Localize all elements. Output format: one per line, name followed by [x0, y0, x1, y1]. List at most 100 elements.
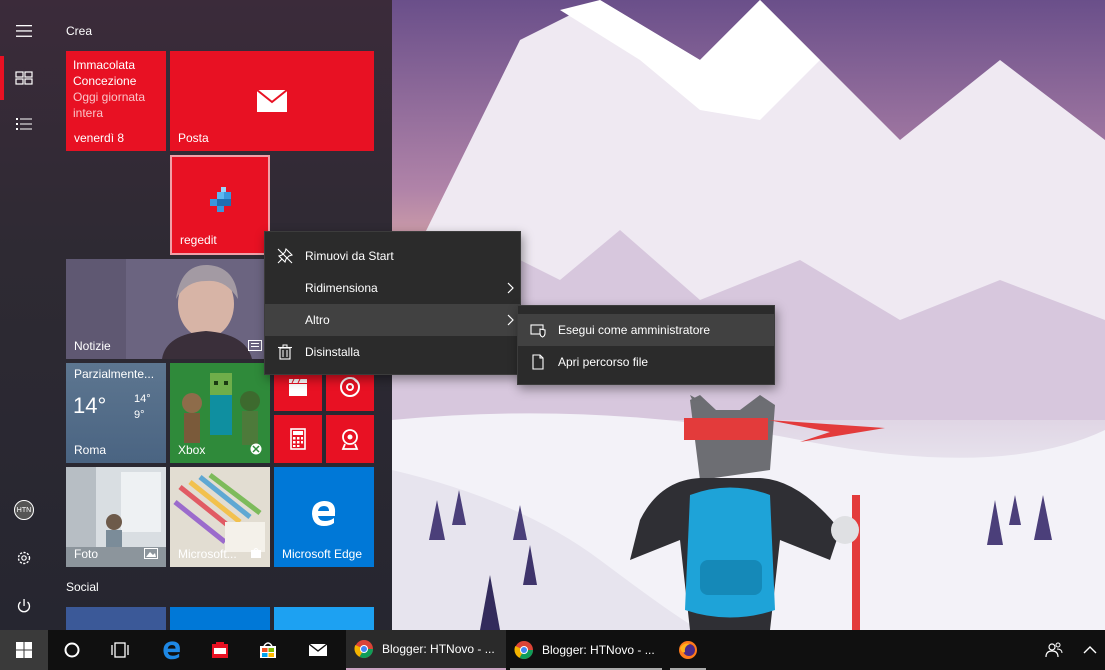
cortana-circle-icon	[64, 642, 80, 658]
windows-logo-icon	[16, 642, 32, 658]
task-view-icon	[111, 642, 129, 658]
tile-context-menu: Rimuovi da Start Ridimensiona Altro Disi…	[264, 231, 521, 375]
menu-item-label: Disinstalla	[305, 345, 360, 359]
camera-icon	[341, 429, 359, 450]
menu-item-label: Altro	[305, 313, 330, 327]
calendar-line1: Immacolata	[73, 58, 136, 72]
webcam-tile[interactable]	[326, 415, 374, 463]
store-label: Microsoft...	[178, 547, 237, 561]
start-rail: HTN	[0, 0, 48, 630]
xbox-logo-icon	[250, 443, 262, 455]
chevron-right-icon	[500, 282, 520, 294]
tiles-view-icon[interactable]	[0, 56, 48, 100]
news-badge-icon	[248, 340, 262, 351]
firefox-icon	[679, 641, 697, 659]
taskbar-tools-button[interactable]	[196, 630, 244, 670]
taskbar-store-button[interactable]	[244, 630, 292, 670]
regedit-tile[interactable]: regedit	[170, 155, 270, 255]
calendar-line3: Oggi giornata	[73, 90, 146, 104]
social-tile-2[interactable]	[170, 607, 270, 630]
group-title-social: Social	[66, 580, 99, 594]
menu-item-label: Apri percorso file	[558, 355, 649, 369]
unpin-icon	[265, 248, 305, 264]
menu-item-open-file-location[interactable]: Apri percorso file	[518, 346, 774, 378]
calendar-line2: Concezione	[73, 74, 137, 88]
menu-item-label: Rimuovi da Start	[305, 249, 394, 263]
menu-item-resize[interactable]: Ridimensiona	[265, 272, 520, 304]
chevron-up-icon	[1083, 646, 1096, 654]
user-avatar[interactable]: HTN	[0, 488, 48, 532]
menu-item-label: Ridimensiona	[305, 281, 378, 295]
avatar-initials: HTN	[14, 500, 34, 520]
edge-icon	[163, 641, 180, 660]
calendar-event-detail: Oggi giornata intera	[73, 89, 163, 121]
show-hidden-icons-button[interactable]	[1074, 630, 1105, 670]
power-icon[interactable]	[0, 584, 48, 628]
photos-label: Foto	[74, 547, 99, 561]
mail-icon	[256, 89, 288, 112]
weather-city: Roma	[74, 443, 107, 457]
film-clapper-icon	[289, 378, 307, 396]
admin-shield-icon	[518, 322, 558, 338]
people-button[interactable]	[1036, 630, 1072, 670]
social-tile-3[interactable]	[274, 607, 374, 630]
weather-condition: Parzialmente...	[74, 367, 155, 381]
taskbar-window-title: Blogger: HTNovo - ...	[382, 642, 495, 656]
weather-low: 9°	[134, 409, 145, 421]
chrome-icon	[514, 641, 533, 660]
weather-high: 14°	[134, 393, 151, 405]
music-disc-icon	[340, 377, 360, 397]
social-tile-1[interactable]	[66, 607, 166, 630]
file-icon	[518, 354, 558, 370]
all-apps-list-icon[interactable]	[0, 103, 48, 147]
menu-item-label: Esegui come amministratore	[558, 323, 711, 337]
calendar-line4: intera	[73, 106, 104, 120]
menu-item-uninstall[interactable]: Disinstalla	[265, 336, 520, 368]
photos-tile[interactable]: Foto	[66, 467, 166, 567]
store-bag-icon	[260, 642, 276, 658]
calendar-tile[interactable]: Immacolata Concezione Oggi giornata inte…	[66, 51, 166, 151]
mail-tile[interactable]: Posta	[170, 51, 374, 151]
mail-icon	[308, 643, 328, 656]
xbox-label: Xbox	[178, 443, 206, 457]
calendar-event-title: Immacolata Concezione	[73, 57, 136, 89]
menu-item-run-as-admin[interactable]: Esegui come amministratore	[518, 314, 774, 346]
news-tile[interactable]: Notizie	[66, 259, 270, 359]
regedit-icon	[210, 187, 231, 212]
xbox-tile[interactable]: Xbox	[170, 363, 270, 463]
taskbar-chrome-window-1[interactable]: Blogger: HTNovo - ...	[346, 630, 506, 670]
red-toolbox-icon	[212, 642, 228, 658]
edge-tile[interactable]: Microsoft Edge	[274, 467, 374, 567]
calculator-icon	[290, 428, 306, 450]
regedit-label: regedit	[180, 233, 217, 247]
mail-label: Posta	[178, 131, 209, 145]
menu-item-more[interactable]: Altro	[265, 304, 520, 336]
store-tile[interactable]: Microsoft...	[170, 467, 270, 567]
edge-label: Microsoft Edge	[282, 547, 363, 561]
group-title-crea: Crea	[66, 24, 93, 38]
task-view-button[interactable]	[96, 630, 144, 670]
weather-tile[interactable]: Parzialmente... 14° 14° 9° Roma	[66, 363, 166, 463]
news-label: Notizie	[74, 339, 111, 353]
taskbar: Blogger: HTNovo - ... Blogger: HTNovo - …	[0, 630, 1105, 670]
taskbar-firefox-button[interactable]	[666, 630, 710, 670]
calendar-date: venerdì 8	[74, 131, 125, 145]
calculator-tile[interactable]	[274, 415, 322, 463]
edge-logo-icon	[312, 501, 336, 526]
hamburger-menu-icon[interactable]	[0, 9, 48, 53]
people-icon	[1045, 642, 1063, 658]
cortana-button[interactable]	[48, 630, 96, 670]
taskbar-window-title: Blogger: HTNovo - ...	[542, 643, 655, 657]
store-bag-icon	[251, 548, 261, 558]
settings-gear-icon[interactable]	[0, 536, 48, 580]
taskbar-edge-button[interactable]	[148, 630, 196, 670]
taskbar-chrome-window-2[interactable]: Blogger: HTNovo - ...	[506, 630, 666, 670]
trash-icon	[265, 344, 305, 360]
weather-temperature: 14°	[73, 393, 107, 418]
more-submenu: Esegui come amministratore Apri percorso…	[517, 305, 775, 385]
menu-item-unpin[interactable]: Rimuovi da Start	[265, 240, 520, 272]
photos-badge-icon	[144, 548, 158, 559]
taskbar-mail-button[interactable]	[294, 630, 342, 670]
start-button[interactable]	[0, 630, 48, 670]
chrome-icon	[354, 640, 373, 659]
